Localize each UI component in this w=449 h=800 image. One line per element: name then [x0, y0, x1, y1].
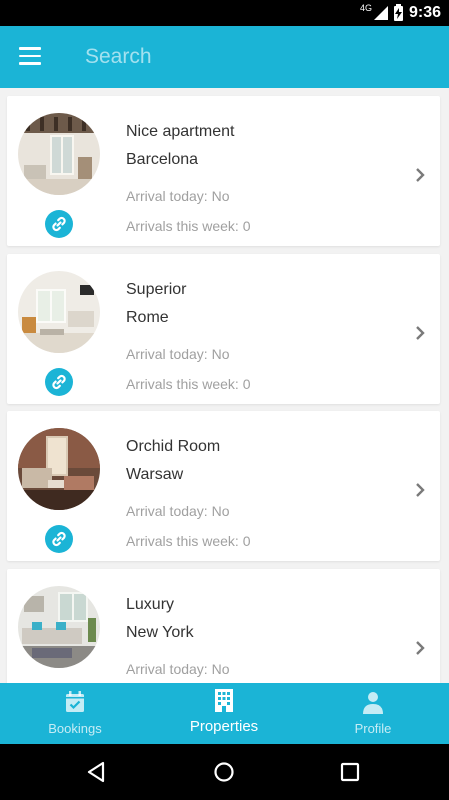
property-title: Luxury — [126, 596, 175, 613]
system-navigation-bar — [0, 744, 449, 800]
nav-properties[interactable]: Properties — [149, 683, 299, 744]
search-input[interactable] — [85, 40, 425, 74]
chevron-right-icon[interactable] — [413, 640, 427, 656]
nav-profile[interactable]: Profile — [298, 683, 448, 744]
nav-label: Properties — [189, 718, 259, 735]
property-photo — [18, 271, 100, 353]
clock: 9:36 — [408, 4, 441, 21]
nav-label: Bookings — [48, 721, 102, 736]
nav-label: Profile — [354, 721, 392, 736]
property-list[interactable]: Nice apartment Barcelona Arrival today: … — [0, 88, 449, 683]
property-card[interactable]: Superior Rome Arrival today: No Arrivals… — [7, 254, 440, 404]
nav-bookings[interactable]: Bookings — [0, 683, 150, 744]
link-icon[interactable] — [45, 210, 73, 238]
property-city: New York — [126, 624, 194, 641]
status-bar: 4G 9:36 — [0, 0, 449, 26]
battery-icon — [393, 3, 403, 21]
app-bar — [0, 26, 449, 88]
arrival-today: Arrival today: No — [126, 503, 230, 519]
arrivals-week: Arrivals this week: 0 — [126, 376, 251, 392]
bottom-navigation: Bookings Properties Profile — [0, 683, 449, 744]
building-icon — [215, 689, 233, 712]
arrivals-week: Arrivals this week: 0 — [126, 218, 251, 234]
link-icon[interactable] — [45, 525, 73, 553]
link-icon[interactable] — [45, 368, 73, 396]
property-city: Warsaw — [126, 466, 184, 483]
signal-icon — [373, 6, 388, 20]
property-card[interactable]: Orchid Room Warsaw Arrival today: No Arr… — [7, 411, 440, 561]
arrivals-week: Arrivals this week: 0 — [126, 533, 251, 549]
property-photo — [18, 428, 100, 510]
chevron-right-icon[interactable] — [413, 325, 427, 341]
menu-icon[interactable] — [19, 47, 41, 65]
chevron-right-icon[interactable] — [413, 167, 427, 183]
person-icon — [363, 692, 383, 714]
home-icon[interactable] — [212, 760, 236, 784]
arrival-today: Arrival today: No — [126, 346, 230, 362]
recents-icon[interactable] — [338, 760, 362, 784]
property-city: Rome — [126, 309, 169, 326]
property-title: Orchid Room — [126, 438, 221, 455]
property-photo — [18, 586, 100, 668]
back-icon[interactable] — [86, 760, 110, 784]
network-type: 4G — [359, 3, 372, 13]
arrival-today: Arrival today: No — [126, 188, 230, 204]
calendar-check-icon — [66, 691, 84, 712]
chevron-right-icon[interactable] — [413, 482, 427, 498]
property-card[interactable]: Luxury New York Arrival today: No — [7, 569, 440, 683]
property-photo — [18, 113, 100, 195]
property-card[interactable]: Nice apartment Barcelona Arrival today: … — [7, 96, 440, 246]
property-title: Superior — [126, 281, 187, 298]
arrival-today: Arrival today: No — [126, 661, 230, 677]
property-city: Barcelona — [126, 151, 199, 168]
property-title: Nice apartment — [126, 123, 235, 140]
